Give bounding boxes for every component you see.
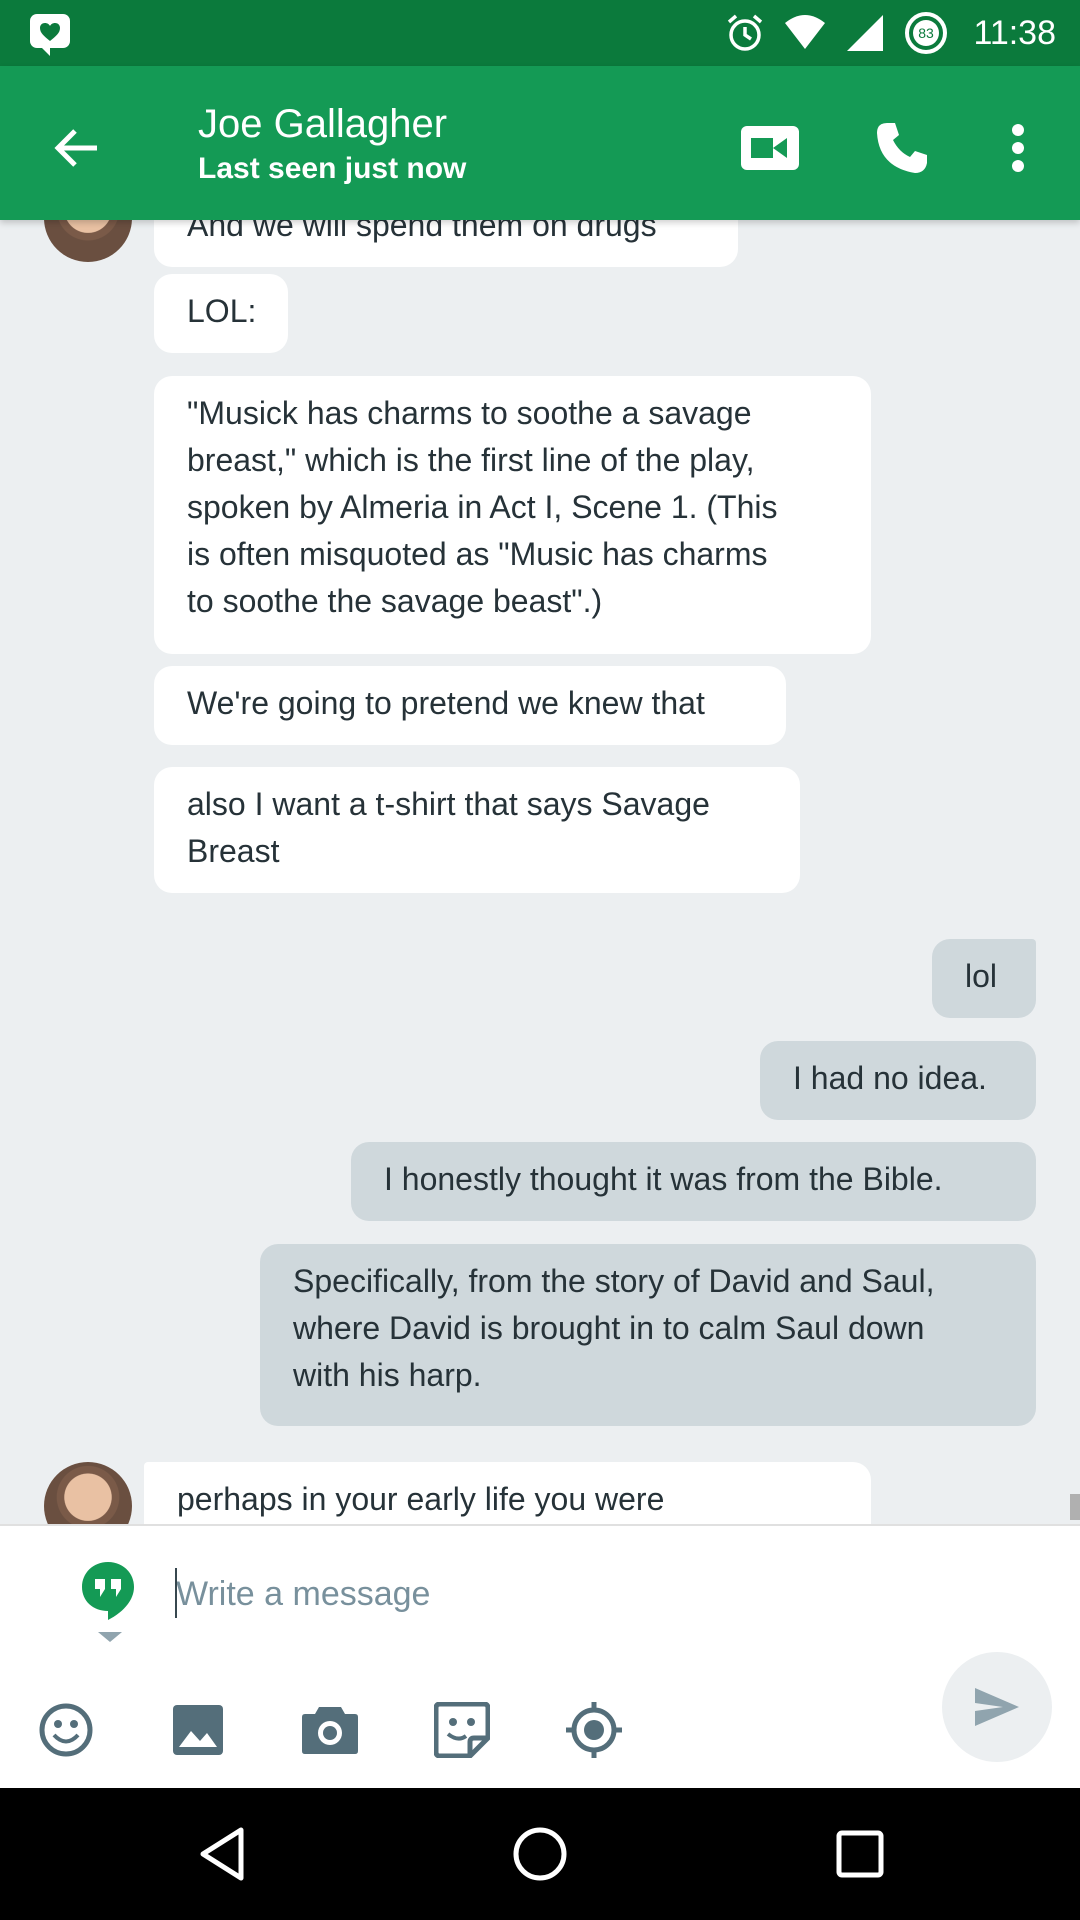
sticker-icon [434,1702,490,1758]
video-call-button[interactable] [730,108,810,188]
message-text: I had no idea. [793,1060,987,1096]
hangouts-chat-screen: 83 11:38 Joe Gallagher Last seen just no… [0,0,1080,1920]
wifi-icon [785,15,826,49]
message-bubble[interactable]: Specifically, from the story of David an… [260,1244,1036,1426]
emoji-button[interactable] [36,1700,96,1760]
message-bubble[interactable]: "Musick has charms to soothe a savage br… [154,376,871,654]
phone-icon [877,123,927,173]
message-text-line: also I want a t-shirt that says Savage [187,786,710,822]
back-button[interactable] [40,112,112,184]
nav-recents-icon [836,1830,884,1878]
message-bubble[interactable]: perhaps in your early life you were [144,1462,871,1524]
cell-signal-icon [847,15,884,51]
send-button[interactable] [942,1652,1052,1762]
conversation-app-bar: Joe Gallagher Last seen just now [0,66,1080,220]
message-bubble[interactable]: I had no idea. [760,1041,1036,1120]
nav-back-icon [200,1827,244,1881]
contact-name[interactable]: Joe Gallagher [198,102,447,147]
nav-home-button[interactable] [504,1818,576,1890]
message-text: I honestly thought it was from the Bible… [384,1161,943,1197]
nav-home-icon [513,1827,567,1881]
message-text-line: breast," which is the first line of the … [187,442,755,478]
battery-icon: 83 [905,12,948,54]
camera-button[interactable] [300,1700,360,1760]
image-icon [173,1705,223,1755]
mode-dropdown-arrow[interactable] [98,1632,122,1642]
status-time: 11:38 [973,13,1056,52]
message-text-line: spoken by Almeria in Act I, Scene 1. (Th… [187,489,778,525]
hangouts-icon[interactable] [80,1560,136,1620]
message-text: lol [965,958,998,994]
scrollbar-thumb[interactable] [1070,1494,1080,1520]
message-bubble[interactable]: We're going to pretend we knew that [154,666,786,745]
battery-level-text: 83 [919,25,935,41]
message-text: LOL: [187,293,257,329]
message-text-line: with his harp. [293,1357,482,1393]
system-navigation-bar [0,1788,1080,1920]
contact-avatar[interactable] [44,1462,132,1524]
more-vert-icon [1012,124,1024,172]
message-text-line: Breast [187,833,280,869]
message-text: perhaps in your early life you were [177,1481,665,1517]
location-icon [566,1702,622,1758]
nav-recents-button[interactable] [824,1818,896,1890]
nav-back-button[interactable] [186,1818,258,1890]
emoji-icon [39,1703,93,1757]
message-text: And we will spend them on drugs [187,220,657,243]
contact-avatar[interactable] [44,220,132,262]
message-bubble[interactable]: And we will spend them on drugs [154,220,738,267]
message-input[interactable] [176,1566,876,1622]
video-call-icon [741,126,799,170]
message-bubble[interactable]: lol [932,939,1036,1018]
message-composer [0,1524,1080,1788]
message-bubble[interactable]: I honestly thought it was from the Bible… [351,1142,1036,1221]
text-cursor [175,1568,177,1618]
message-list[interactable]: And we will spend them on drugs LOL: "Mu… [0,220,1080,1524]
alarm-icon [728,14,763,51]
message-text: We're going to pretend we knew that [187,685,705,721]
message-text-line: is often misquoted as "Music has charms [187,536,768,572]
message-bubble[interactable]: also I want a t-shirt that says Savage B… [154,767,800,893]
hangouts-notification-icon [30,14,70,56]
send-icon [975,1688,1019,1726]
voice-call-button[interactable] [862,108,942,188]
back-arrow-icon [54,129,97,167]
message-text-line: Specifically, from the story of David an… [293,1263,935,1299]
message-bubble[interactable]: LOL: [154,274,288,353]
status-bar: 83 11:38 [0,0,1080,66]
message-text-line: "Musick has charms to soothe a savage [187,395,752,431]
sticker-button[interactable] [432,1700,492,1760]
message-text-line: to soothe the savage beast".) [187,583,603,619]
camera-icon [302,1707,358,1754]
contact-last-seen: Last seen just now [198,152,467,185]
gallery-button[interactable] [168,1700,228,1760]
location-button[interactable] [564,1700,624,1760]
more-options-button[interactable] [978,108,1058,188]
message-text-line: where David is brought in to calm Saul d… [293,1310,925,1346]
